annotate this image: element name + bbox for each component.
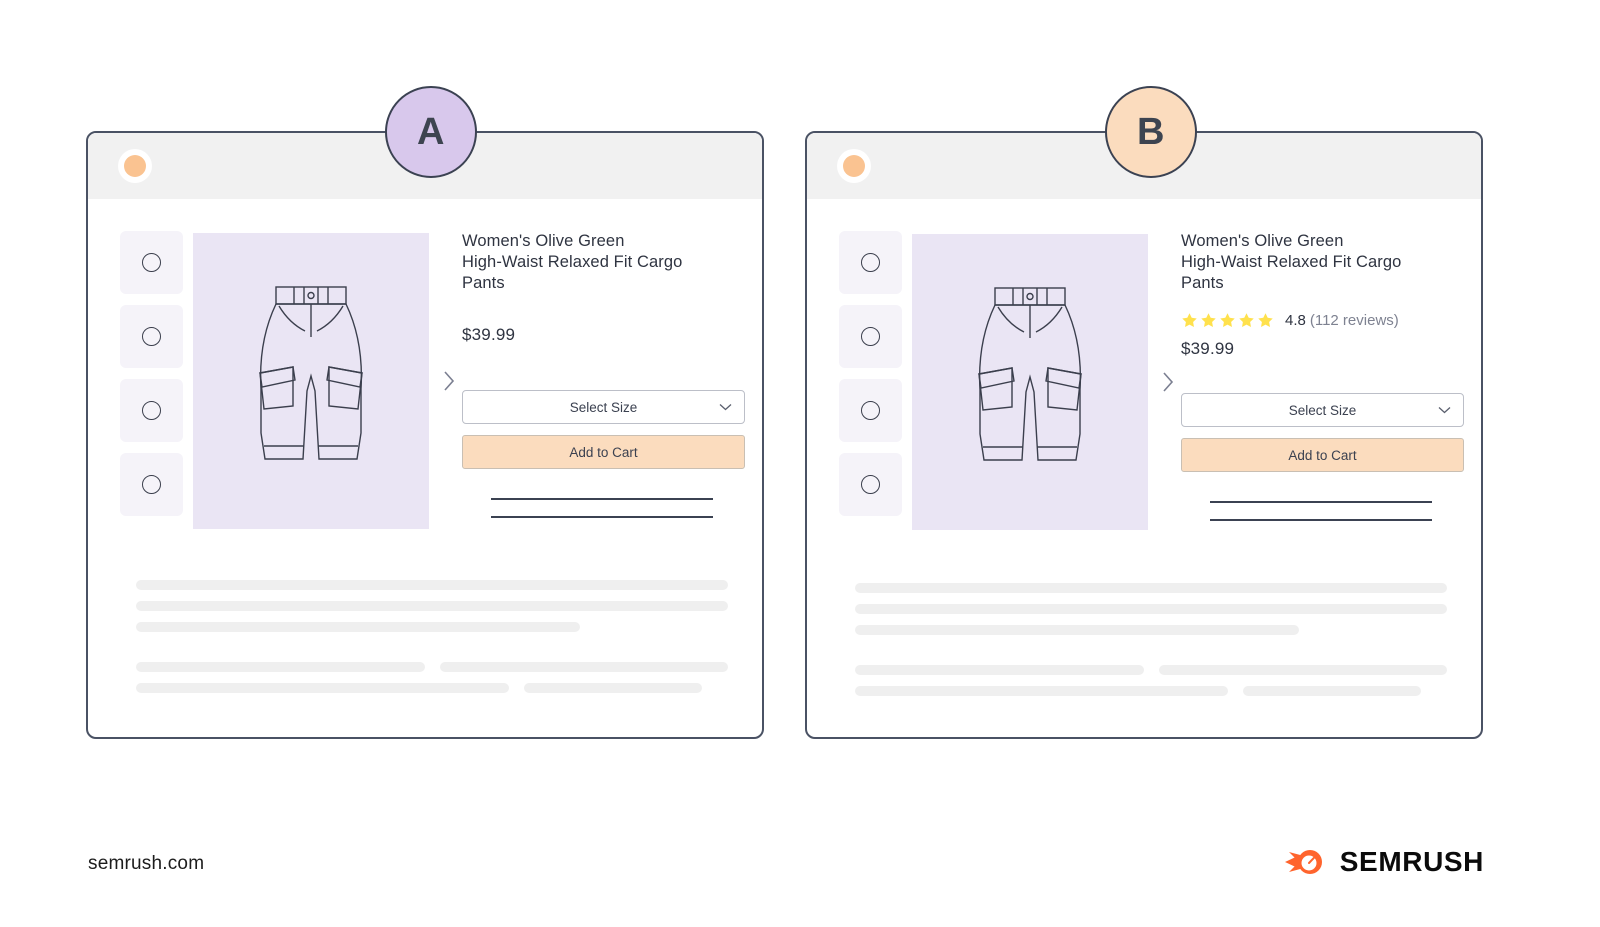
semrush-comet-icon <box>1284 850 1322 874</box>
skeleton-gap <box>136 643 728 662</box>
comparison-canvas: A Women's Olive Green High-Waist Relaxed… <box>0 0 1600 927</box>
detail-rule-line <box>1210 501 1432 503</box>
star-icon <box>1220 313 1235 328</box>
thumbnail-3-a[interactable] <box>120 379 183 442</box>
size-select-a[interactable]: Select Size <box>462 390 745 424</box>
circle-icon <box>142 327 161 346</box>
cargo-pants-illustration <box>978 287 1082 461</box>
product-price-a: $39.99 <box>462 325 516 344</box>
skeleton-line <box>439 662 728 672</box>
semrush-wordmark: SEMRUSH <box>1339 846 1484 877</box>
circle-icon <box>861 253 880 272</box>
size-select-label-a: Select Size <box>569 399 638 415</box>
rating-count-b: (112 reviews) <box>1309 312 1399 329</box>
detail-rule-line <box>1210 519 1432 521</box>
variant-panel-a: Women's Olive Green High-Waist Relaxed F… <box>86 131 764 739</box>
add-to-cart-label-b: Add to Cart <box>1288 447 1357 463</box>
skeleton-line <box>855 604 1447 614</box>
product-details-b: Women's Olive Green High-Waist Relaxed F… <box>1148 227 1464 537</box>
thumbnail-list-b <box>839 227 902 537</box>
hero-image-wrap-a <box>183 227 455 534</box>
rating-value-b: 4.8 <box>1285 312 1306 329</box>
thumbnail-2-a[interactable] <box>120 305 183 368</box>
browser-dot-ring-b <box>837 149 871 183</box>
chevron-down-icon-b <box>1438 407 1451 414</box>
star-icon <box>1239 313 1254 328</box>
detail-rules-a <box>462 498 719 518</box>
star-icon <box>1258 313 1273 328</box>
circle-icon <box>142 253 161 272</box>
footer-url: semrush.com <box>88 853 205 874</box>
variant-badge-a: A <box>385 86 477 178</box>
detail-rules-b <box>1181 501 1438 521</box>
variant-badge-a-label: A <box>417 110 445 153</box>
skeleton-line <box>136 622 580 632</box>
product-block-b: Women's Olive Green High-Waist Relaxed F… <box>807 199 1481 537</box>
browser-dot-ring-a <box>118 149 152 183</box>
thumbnail-3-b[interactable] <box>839 379 902 442</box>
skeleton-gap <box>855 646 1447 665</box>
variant-badge-b-label: B <box>1137 110 1165 153</box>
next-image-chevron-icon-b[interactable] <box>1160 370 1176 394</box>
product-rating-b: 4.8 (112 reviews) <box>1181 312 1438 329</box>
circle-icon <box>142 475 161 494</box>
circle-icon <box>142 401 161 420</box>
skeleton-line <box>136 662 425 672</box>
skeleton-line <box>855 686 1228 696</box>
skeleton-line <box>136 601 728 611</box>
product-price-b: $39.99 <box>1181 339 1235 358</box>
semrush-brand: SEMRUSH <box>1284 845 1484 879</box>
skeleton-line <box>136 580 728 590</box>
product-title-a: Women's Olive Green High-Waist Relaxed F… <box>462 232 683 292</box>
product-block-a: Women's Olive Green High-Waist Relaxed F… <box>88 199 762 534</box>
circle-icon <box>861 327 880 346</box>
chevron-down-icon-a <box>719 404 732 411</box>
content-skeleton-a <box>88 580 762 704</box>
product-image-a <box>193 232 429 529</box>
detail-rule-line <box>491 516 713 518</box>
thumbnail-1-a[interactable] <box>120 231 183 294</box>
variant-badge-b: B <box>1105 86 1197 178</box>
circle-icon <box>861 401 880 420</box>
skeleton-line <box>1158 665 1447 675</box>
variant-panel-b: Women's Olive Green High-Waist Relaxed F… <box>805 131 1483 739</box>
circle-icon <box>861 475 880 494</box>
detail-rule-line <box>491 498 713 500</box>
browser-dot-icon-a <box>124 155 146 177</box>
add-to-cart-button-b[interactable]: Add to Cart <box>1181 438 1464 472</box>
skeleton-line <box>136 683 509 693</box>
thumbnail-list-a <box>120 227 183 534</box>
star-rating-b <box>1181 312 1274 329</box>
skeleton-row <box>855 686 1447 707</box>
thumbnail-2-b[interactable] <box>839 305 902 368</box>
add-to-cart-label-a: Add to Cart <box>569 444 638 460</box>
thumbnail-1-b[interactable] <box>839 231 902 294</box>
browser-dot-icon-b <box>843 155 865 177</box>
skeleton-row <box>136 683 728 704</box>
skeleton-line <box>523 683 702 693</box>
star-icon <box>1182 313 1197 328</box>
skeleton-line <box>855 665 1144 675</box>
size-select-label-b: Select Size <box>1288 402 1357 418</box>
next-image-chevron-icon-a[interactable] <box>441 369 457 393</box>
add-to-cart-button-a[interactable]: Add to Cart <box>462 435 745 469</box>
hero-image-wrap-b <box>902 227 1174 537</box>
product-title-b: Women's Olive Green High-Waist Relaxed F… <box>1181 232 1402 292</box>
skeleton-row <box>855 665 1447 686</box>
cargo-pants-illustration <box>259 285 363 460</box>
product-image-b <box>912 234 1148 530</box>
thumbnail-4-b[interactable] <box>839 453 902 516</box>
size-select-b[interactable]: Select Size <box>1181 393 1464 427</box>
skeleton-line <box>855 625 1299 635</box>
skeleton-line <box>855 583 1447 593</box>
thumbnail-4-a[interactable] <box>120 453 183 516</box>
star-icon <box>1201 313 1216 328</box>
content-skeleton-b <box>807 583 1481 707</box>
product-details-a: Women's Olive Green High-Waist Relaxed F… <box>429 227 745 534</box>
skeleton-row <box>136 662 728 683</box>
skeleton-line <box>1242 686 1421 696</box>
